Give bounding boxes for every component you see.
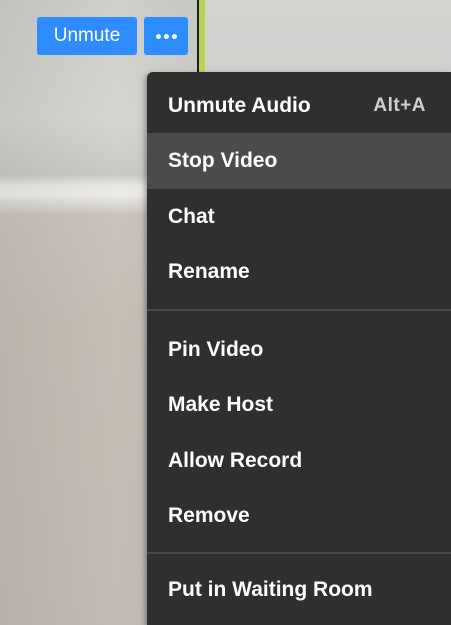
menu-item-label: Allow Record [168, 449, 303, 472]
participant-context-menu: Unmute Audio Alt+A Stop Video Chat Renam… [147, 72, 451, 625]
menu-separator [147, 309, 451, 311]
menu-item-unmute-audio[interactable]: Unmute Audio Alt+A [147, 78, 451, 134]
menu-separator [147, 552, 451, 554]
menu-item-remove[interactable]: Remove [147, 488, 451, 544]
menu-item-label: Chat [168, 205, 215, 228]
menu-item-pin-video[interactable]: Pin Video [147, 322, 451, 378]
menu-item-label: Remove [168, 504, 250, 527]
menu-item-label: Put in Waiting Room [168, 578, 373, 601]
menu-item-stop-video[interactable]: Stop Video [147, 133, 451, 189]
menu-item-allow-record[interactable]: Allow Record [147, 433, 451, 489]
menu-item-make-host[interactable]: Make Host [147, 377, 451, 433]
menu-item-label: Stop Video [168, 149, 278, 172]
more-horizontal-icon [155, 33, 177, 39]
more-options-button[interactable] [144, 17, 188, 55]
unmute-button-label: Unmute [53, 25, 121, 46]
menu-item-label: Rename [168, 260, 250, 283]
unmute-button[interactable]: Unmute [37, 17, 137, 55]
keyboard-shortcut: Alt+A [373, 95, 426, 116]
active-speaker-border [199, 0, 205, 80]
menu-item-rename[interactable]: Rename [147, 244, 451, 300]
menu-item-chat[interactable]: Chat [147, 189, 451, 245]
menu-item-label: Unmute Audio [168, 94, 311, 117]
menu-item-label: Make Host [168, 393, 274, 416]
menu-item-label: Pin Video [168, 338, 264, 361]
menu-item-put-in-waiting-room[interactable]: Put in Waiting Room [147, 562, 451, 618]
